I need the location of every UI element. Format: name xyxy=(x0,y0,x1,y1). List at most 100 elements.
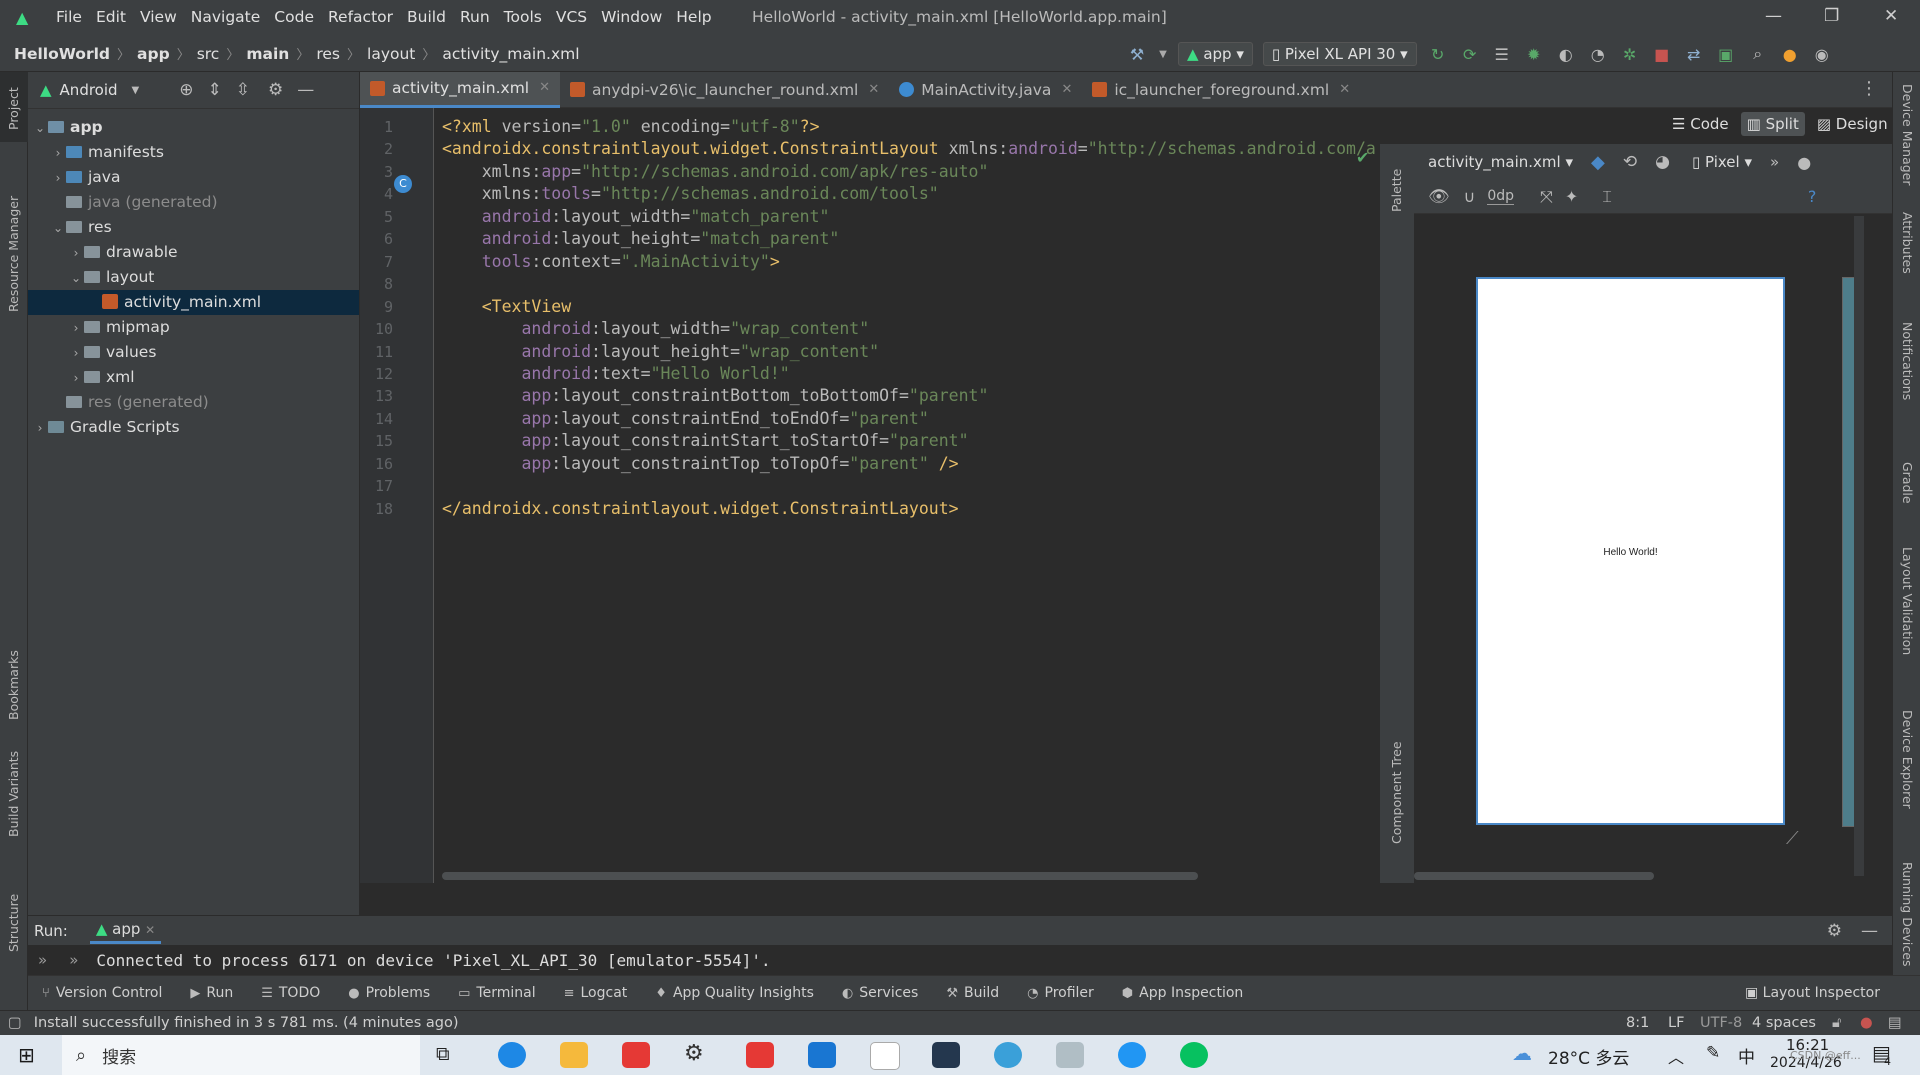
close-tab-icon[interactable]: ✕ xyxy=(868,72,879,108)
run-list-icon[interactable]: ☰ xyxy=(1491,45,1513,64)
palette-tab[interactable]: Palette xyxy=(1389,169,1404,212)
status-toggle-icon[interactable]: ▢ xyxy=(8,1015,22,1031)
weather-text[interactable]: 28°C 多云 xyxy=(1548,1044,1629,1069)
split-mode-button[interactable]: ▥ Split xyxy=(1740,112,1805,136)
horizontal-scrollbar[interactable] xyxy=(442,872,1198,880)
layout-preview-device[interactable]: Hello World! xyxy=(1476,277,1785,825)
tool-resource-manager[interactable]: Resource Manager xyxy=(6,196,21,312)
lock-icon[interactable]: 🔓︎ xyxy=(1832,1015,1841,1031)
chevron-right-icon[interactable]: › xyxy=(32,416,48,441)
menu-vcs[interactable]: VCS xyxy=(556,8,587,26)
run-config-combo[interactable]: ▲ app ▾ xyxy=(1178,42,1253,66)
code-line[interactable]: xmlns:tools="http://schemas.android.com/… xyxy=(442,184,939,203)
breadcrumb-item[interactable]: HelloWorld xyxy=(14,45,110,63)
tree-item-values[interactable]: › values xyxy=(28,340,359,365)
tree-item-activity-main-xml[interactable]: activity_main.xml xyxy=(28,290,359,315)
restore-icon[interactable]: ❐ xyxy=(1824,6,1839,26)
code-mode-button[interactable]: ☰ Code xyxy=(1666,112,1735,136)
design-horizontal-scrollbar[interactable] xyxy=(1414,872,1654,880)
chevron-down-icon[interactable]: ⌄ xyxy=(32,116,48,141)
tree-item-res[interactable]: ⌄ res xyxy=(28,215,359,240)
breadcrumb-item[interactable]: res xyxy=(316,45,340,63)
tree-item-layout[interactable]: ⌄ layout xyxy=(28,265,359,290)
indent-setting[interactable]: 4 spaces xyxy=(1752,1015,1816,1031)
menu-edit[interactable]: Edit xyxy=(96,8,126,26)
tool-window-problems[interactable]: ● Problems xyxy=(348,985,430,1001)
chevron-right-icon[interactable]: › xyxy=(50,141,66,166)
tool-window-todo[interactable]: ☰ TODO xyxy=(261,985,320,1001)
run-tab-app[interactable]: ▲ app ✕ xyxy=(89,917,162,944)
tool-window-terminal[interactable]: ▭ Terminal xyxy=(458,985,535,1001)
tool-window-logcat[interactable]: ≡ Logcat xyxy=(564,985,628,1001)
chevron-down-icon[interactable]: ⌄ xyxy=(50,216,66,241)
tool-notifications[interactable]: Notifications xyxy=(1900,322,1915,400)
close-tab-icon[interactable]: ✕ xyxy=(145,923,155,937)
menu-run[interactable]: Run xyxy=(460,8,490,26)
device-preview-combo[interactable]: ▯ Pixel ▾ xyxy=(1692,153,1752,171)
youdao-icon[interactable] xyxy=(622,1042,650,1068)
menu-code[interactable]: Code xyxy=(274,8,314,26)
tool-layout-validation[interactable]: Layout Validation xyxy=(1900,547,1915,655)
editor-tab[interactable]: anydpi-v26\ic_launcher_round.xml ✕ xyxy=(560,72,889,108)
tree-item-mipmap[interactable]: › mipmap xyxy=(28,315,359,340)
chevron-right-icon[interactable]: › xyxy=(68,316,84,341)
collapse-all-icon[interactable]: ⇳ xyxy=(236,80,250,100)
design-surface-icon[interactable]: ◆ xyxy=(1591,152,1605,173)
stop-icon[interactable]: ■ xyxy=(1651,45,1673,64)
tree-item-manifests[interactable]: › manifests xyxy=(28,140,359,165)
editor-tab[interactable]: ic_launcher_foreground.xml ✕ xyxy=(1082,72,1360,108)
android-studio-taskbar-icon[interactable] xyxy=(1118,1042,1146,1068)
tool-window-app-inspection[interactable]: ⬢ App Inspection xyxy=(1122,985,1243,1001)
menu-refactor[interactable]: Refactor xyxy=(328,8,393,26)
windows-start-icon[interactable]: ⊞ xyxy=(18,1043,35,1067)
tool-gradle[interactable]: Gradle xyxy=(1900,462,1915,504)
wps-icon[interactable] xyxy=(746,1042,774,1068)
tree-item-gradle-scripts[interactable]: › Gradle Scripts xyxy=(28,415,359,440)
design-vertical-scrollbar[interactable] xyxy=(1854,216,1864,876)
file-explorer-icon[interactable] xyxy=(560,1042,588,1068)
clear-constraints-icon[interactable]: ⤧ xyxy=(1540,187,1553,207)
search-icon[interactable]: ⌕ xyxy=(1747,44,1769,64)
class-gutter-icon[interactable]: C xyxy=(394,175,412,193)
wechat-icon[interactable] xyxy=(1180,1042,1208,1068)
status-message[interactable]: Install successfully finished in 3 s 781… xyxy=(34,1015,459,1031)
rerun-icon[interactable]: ↻ xyxy=(1427,45,1449,64)
expand-icon[interactable]: » xyxy=(38,951,47,969)
edge-browser-icon[interactable] xyxy=(498,1042,526,1068)
chevron-down-icon[interactable]: ▼ xyxy=(1158,49,1168,60)
tree-item-res-generated[interactable]: res (generated) xyxy=(28,390,359,415)
breadcrumb-item[interactable]: layout xyxy=(367,45,415,63)
component-tree-tab[interactable]: Component Tree xyxy=(1389,741,1404,844)
profile-icon[interactable]: ◔ xyxy=(1587,45,1609,64)
breadcrumb-item[interactable]: app xyxy=(137,45,170,63)
chevron-right-icon[interactable]: › xyxy=(68,366,84,391)
caret-position[interactable]: 8:1 xyxy=(1626,1015,1649,1031)
editor-tab[interactable]: MainActivity.java ✕ xyxy=(889,72,1082,108)
design-mode-button[interactable]: ▨ Design xyxy=(1811,112,1894,136)
code-line[interactable]: app:layout_constraintBottom_toBottomOf="… xyxy=(442,386,988,405)
code-line[interactable]: android:text="Hello World!" xyxy=(442,364,789,383)
line-separator[interactable]: LF xyxy=(1668,1015,1684,1031)
layout-inspector-button[interactable]: ▣ Layout Inspector xyxy=(1745,985,1880,1001)
magnet-icon[interactable]: ∪ xyxy=(1464,187,1476,206)
gear-icon[interactable]: ⚙ xyxy=(1827,921,1842,941)
project-view-selector[interactable]: Android xyxy=(60,81,118,99)
close-tab-icon[interactable]: ✕ xyxy=(539,70,550,106)
infer-constraints-icon[interactable]: ✦ xyxy=(1565,187,1578,206)
night-mode-icon[interactable]: ◕ xyxy=(1655,152,1670,172)
make-project-icon[interactable]: ⚒ xyxy=(1126,45,1148,64)
tool-attributes[interactable]: Attributes xyxy=(1900,212,1915,274)
tool-project[interactable]: Project xyxy=(6,87,21,130)
code-line[interactable]: <androidx.constraintlayout.widget.Constr… xyxy=(442,139,1376,158)
device-combo[interactable]: ▯ Pixel XL API 30 ▾ xyxy=(1262,42,1417,66)
tool-bookmarks[interactable]: Bookmarks xyxy=(6,650,21,720)
editor-tab[interactable]: activity_main.xml ✕ xyxy=(360,70,561,108)
hide-panel-icon[interactable]: — xyxy=(1861,921,1878,941)
close-window-icon[interactable]: ✕ xyxy=(1884,6,1898,26)
code-line[interactable]: android:layout_height="match_parent" xyxy=(442,229,840,248)
preview-hello-text[interactable]: Hello World! xyxy=(1478,547,1783,558)
tree-item-xml[interactable]: › xml xyxy=(28,365,359,390)
chevron-right-icon[interactable]: › xyxy=(68,241,84,266)
gear-icon[interactable]: ⚙ xyxy=(268,80,283,100)
chevron-down-icon[interactable]: ▼ xyxy=(132,85,140,96)
